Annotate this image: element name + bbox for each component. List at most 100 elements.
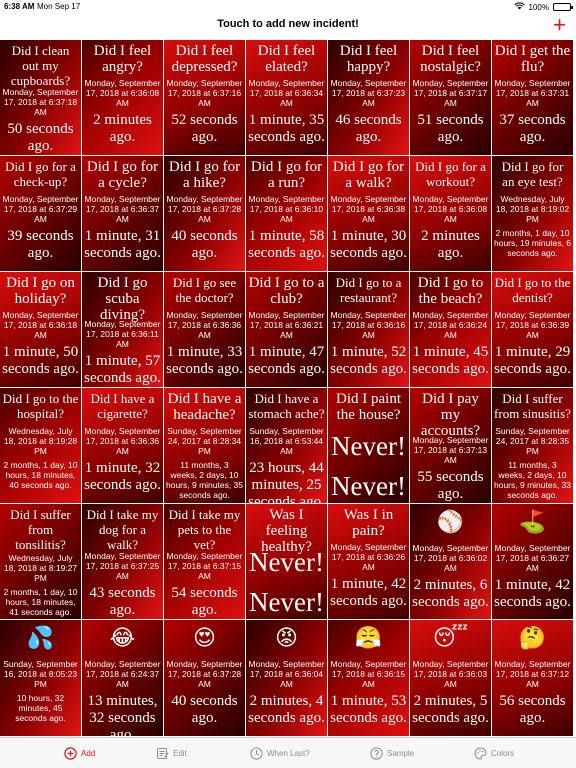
incident-tile[interactable]: 🤔 Monday, September 17, 2018 at 6:37:12 A…	[492, 620, 574, 737]
incident-question: Did I go scuba diving?	[97, 275, 148, 324]
incident-elapsed: 56 seconds ago.	[499, 693, 566, 727]
incident-tile[interactable]: 😤 Monday, September 17, 2018 at 6:36:15 A…	[328, 620, 410, 737]
incident-tile[interactable]: Did I feel depressed? Monday, September 1…	[164, 40, 246, 157]
incident-question: Did I feel happy?	[339, 43, 398, 75]
incident-tile[interactable]: Did I go to the dentist? Monday, Septembe…	[492, 272, 574, 389]
incident-tile-content: Did I feel depressed? Monday, September 1…	[164, 40, 245, 155]
incident-question: Did I paint the house?	[336, 391, 401, 424]
incident-question: Did I go for a run?	[250, 159, 323, 192]
incident-question: Did I go for a hike?	[168, 159, 241, 192]
incident-tile[interactable]: Did I go to a restaurant? Monday, Septemb…	[328, 272, 410, 389]
question-icon	[370, 747, 383, 760]
incident-tile[interactable]: Did I suffer from sinusitis? Sunday, Sept…	[492, 388, 574, 505]
incident-tile[interactable]: Was I feeling healthy? Never! Never!	[246, 504, 328, 621]
incident-question: Did I get the flu?	[494, 43, 571, 75]
incident-tile[interactable]: Did I have a cigarette? Monday, September…	[82, 388, 164, 505]
incident-tile-content: Did I go to a restaurant? Monday, Septemb…	[328, 272, 409, 387]
tab-edit[interactable]: Edit	[156, 747, 187, 760]
incident-tile[interactable]: Did I paint the house? Never! Never!	[328, 388, 410, 505]
incident-date: Sunday, September 16, 2018 at 8:05:23 PM	[3, 659, 78, 690]
tab-label: When Last?	[267, 749, 310, 758]
tab-add[interactable]: Add	[64, 747, 95, 760]
incident-tile[interactable]: Did I go for a workout? Monday, September…	[410, 156, 492, 273]
incident-elapsed: 11 months, 3 weeks, 2 days, 10 hours, 9 …	[494, 460, 572, 501]
incident-tile[interactable]: Did I take my pets to the vet? Monday, Se…	[164, 504, 246, 621]
incident-tile[interactable]: Did I pay my accounts? Monday, September …	[410, 388, 492, 505]
sleeping-face-icon: 😴	[432, 626, 469, 652]
incident-elapsed: 1 minute, 50 seconds ago.	[2, 344, 79, 378]
incident-tile[interactable]: Did I have a stomach ache? Sunday, Septem…	[246, 388, 328, 505]
incident-grid: Did I clean out my cupboards? Monday, Sep…	[0, 40, 576, 737]
incident-elapsed: 2 minutes, 6 seconds ago.	[412, 577, 489, 611]
add-circle-icon	[64, 747, 77, 760]
incident-tile[interactable]: Did I go scuba diving? Monday, September …	[82, 272, 164, 389]
tab-label: Colors	[491, 749, 515, 758]
incident-date: Monday, September 17, 2018 at 6:36:24 AM	[412, 310, 489, 341]
incident-question: Did I go for a walk?	[332, 159, 405, 192]
incident-tile-content: Did I suffer from tonsilitis? Wednesday, …	[0, 504, 81, 619]
incident-tile[interactable]: Did I feel happy? Monday, September 17, 2…	[328, 40, 410, 157]
incident-elapsed: 2 minutes, 5 seconds ago.	[412, 693, 489, 727]
incident-elapsed: 1 minute, 52 seconds ago.	[330, 344, 407, 378]
incident-tile[interactable]: Did I suffer from tonsilitis? Wednesday, …	[0, 504, 82, 621]
incident-elapsed: 1 minute, 29 seconds ago.	[494, 344, 571, 378]
incident-question: Did I go see the doctor?	[172, 275, 237, 306]
incident-tile[interactable]: 💦 Sunday, September 16, 2018 at 8:05:23 P…	[0, 620, 82, 737]
tab-when-last[interactable]: When Last?	[250, 747, 310, 760]
incident-tile[interactable]: Did I have a headache? Sunday, September …	[164, 388, 246, 505]
incident-tile[interactable]: Did I go to the beach? Monday, September …	[410, 272, 492, 389]
incident-tile[interactable]: Did I feel nostalgic? Monday, September 1…	[410, 40, 492, 157]
incident-date: Wednesday, July 18, 2018 at 8:19:28 PM	[3, 426, 78, 457]
incident-elapsed: 2 minutes, 4 seconds ago.	[248, 693, 325, 727]
incident-tile[interactable]: Did I get the flu? Monday, September 17, …	[492, 40, 574, 157]
add-incident-prompt[interactable]: Touch to add new incident!	[0, 18, 576, 30]
incident-question: Did I feel elated?	[257, 43, 316, 75]
incident-tile[interactable]: Did I go on holiday? Monday, September 17…	[0, 272, 82, 389]
tab-sample[interactable]: Sample	[370, 747, 414, 760]
incident-question: Was I feeling healthy?	[261, 507, 312, 556]
incident-tile-content: Did I feel happy? Monday, September 17, 2…	[328, 40, 409, 155]
incident-tile[interactable]: Did I go for a cycle? Monday, September 1…	[82, 156, 164, 273]
incident-tile[interactable]: Did I go see the doctor? Monday, Septembe…	[164, 272, 246, 389]
incident-tile[interactable]: Did I go for a check-up? Monday, Septembe…	[0, 156, 82, 273]
incident-tile[interactable]: Did I go for a hike? Monday, September 17…	[164, 156, 246, 273]
incident-elapsed: 1 minute, 58 seconds ago.	[248, 228, 325, 262]
incident-question: Did I pay my accounts?	[420, 391, 481, 440]
incident-tile[interactable]: Did I clean out my cupboards? Monday, Sep…	[0, 40, 82, 157]
incident-tile[interactable]: ⛳ Monday, September 17, 2018 at 6:36:27 A…	[492, 504, 574, 621]
wifi-icon	[513, 2, 525, 12]
incident-tile[interactable]: Did I feel angry? Monday, September 17, 2…	[82, 40, 164, 157]
incident-tile[interactable]: Did I go to a club? Monday, September 17,…	[246, 272, 328, 389]
incident-tile[interactable]: Did I go to the hospital? Wednesday, July…	[0, 388, 82, 505]
incident-tile-content: Did I go to the beach? Monday, September …	[410, 272, 491, 387]
incident-tile[interactable]: Did I feel elated? Monday, September 17, …	[246, 40, 328, 157]
incident-tile[interactable]: Did I go for a walk? Monday, September 17…	[328, 156, 410, 273]
tab-label: Edit	[173, 749, 187, 758]
incident-date: Monday, September 17, 2018 at 6:37:13 AM	[412, 435, 489, 466]
add-button[interactable]: +	[553, 14, 566, 36]
incident-date: Sunday, September 24, 2017 at 8:28:35 PM	[495, 426, 570, 457]
incident-tile[interactable]: 😂 Monday, September 17, 2018 at 6:24:37 A…	[82, 620, 164, 737]
incident-tile[interactable]: Was I in pain? Monday, September 17, 2018…	[328, 504, 410, 621]
incident-tile-content: Did I suffer from sinusitis? Sunday, Sept…	[492, 388, 573, 503]
incident-elapsed: 46 seconds ago.	[335, 112, 402, 145]
incident-date: Monday, September 17, 2018 at 6:37:29 AM	[2, 194, 79, 225]
incident-tile[interactable]: Did I go for an eye test? Wednesday, July…	[492, 156, 574, 273]
incident-tile-content: Did I pay my accounts? Monday, September …	[410, 388, 491, 503]
never-label: Never!	[249, 587, 324, 618]
incident-tile[interactable]: 😍 Monday, September 17, 2018 at 6:37:28 A…	[164, 620, 246, 737]
incident-date: Monday, September 17, 2018 at 6:37:16 AM	[166, 78, 243, 108]
incident-tile-content: 😂 Monday, September 17, 2018 at 6:24:37 A…	[82, 620, 163, 735]
incident-tile[interactable]: ⚾ Monday, September 17, 2018 at 6:36:02 A…	[410, 504, 492, 621]
incident-question: Did I suffer from sinusitis?	[494, 391, 571, 422]
tab-colors[interactable]: Colors	[474, 747, 514, 760]
incident-tile[interactable]: Did I take my dog for a walk? Monday, Sep…	[82, 504, 164, 621]
incident-tile[interactable]: 😡 Monday, September 17, 2018 at 6:36:04 A…	[246, 620, 328, 737]
incident-elapsed: 1 minute, 31 seconds ago.	[84, 228, 161, 262]
incident-tile-content: Did I take my pets to the vet? Monday, Se…	[164, 504, 245, 619]
incident-tile[interactable]: Did I go for a run? Monday, September 17,…	[246, 156, 328, 273]
incident-elapsed: 13 minutes, 32 seconds ago.	[87, 693, 158, 737]
incident-question: Did I feel nostalgic?	[420, 43, 481, 75]
incident-tile[interactable]: 😴 Monday, September 17, 2018 at 6:36:03 A…	[410, 620, 492, 737]
incident-date: Monday, September 17, 2018 at 6:36:15 AM	[330, 659, 407, 690]
